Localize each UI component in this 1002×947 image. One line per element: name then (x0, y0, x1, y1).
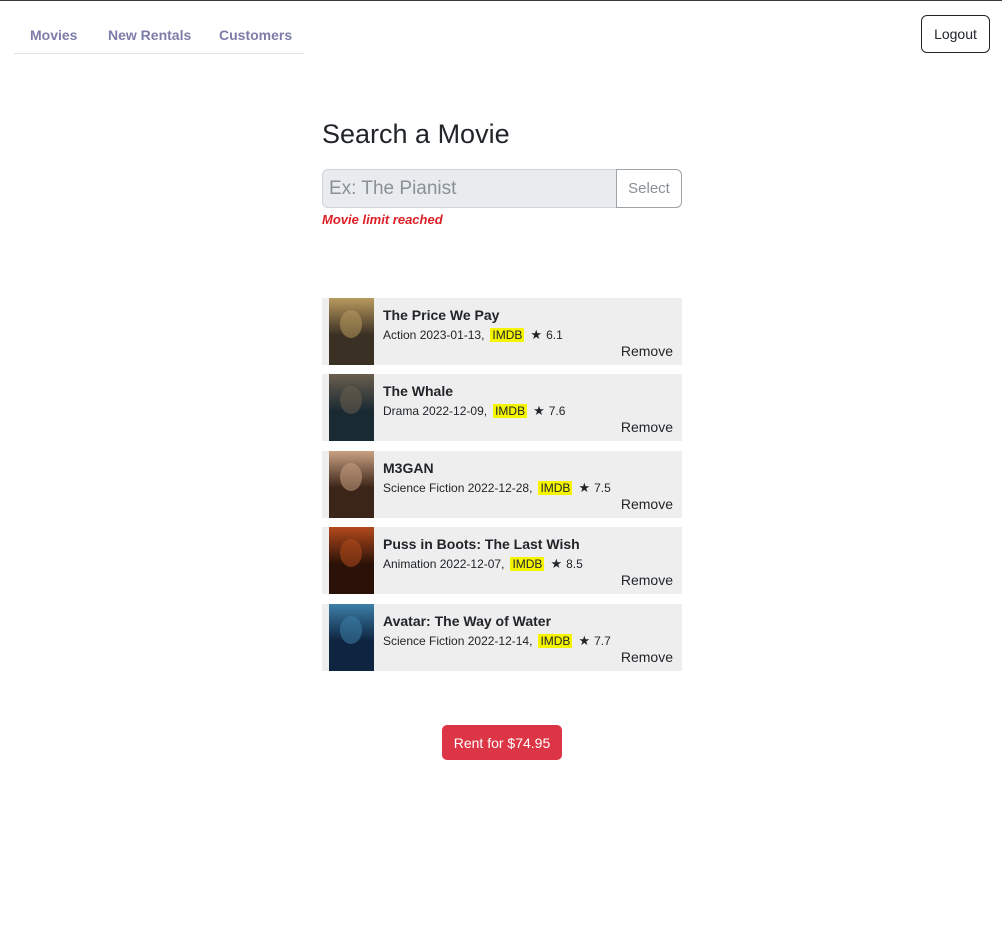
movie-date: 2022-12-07, (439, 557, 505, 571)
remove-button[interactable]: Remove (621, 419, 673, 435)
poster-art (329, 298, 374, 365)
imdb-badge: IMDB (538, 481, 573, 495)
remove-button[interactable]: Remove (621, 496, 673, 512)
poster-art (329, 604, 374, 671)
imdb-badge: IMDB (493, 404, 528, 418)
star-icon: ★ (533, 403, 545, 418)
imdb-badge: IMDB (538, 634, 573, 648)
movie-genre: Action (383, 328, 417, 342)
movie-rating: 8.5 (566, 557, 583, 571)
movie-meta: Action 2023-01-13, IMDB ★ 6.1 (383, 327, 563, 343)
movie-meta: Drama 2022-12-09, IMDB ★ 7.6 (383, 403, 565, 419)
movie-meta: Science Fiction 2022-12-28, IMDB ★ 7.5 (383, 480, 611, 496)
movie-date: 2022-12-09, (422, 404, 488, 418)
movie-title: The Whale (383, 383, 454, 399)
rent-button[interactable]: Rent for $74.95 (442, 725, 562, 760)
movie-meta: Animation 2022-12-07, IMDB ★ 8.5 (383, 556, 583, 572)
movie-poster (329, 374, 374, 441)
movie-limit-error: Movie limit reached (322, 212, 443, 227)
star-icon: ★ (578, 633, 591, 648)
remove-button[interactable]: Remove (621, 649, 673, 665)
movie-title: Avatar: The Way of Water (383, 613, 552, 629)
nav-customers-link[interactable]: Customers (219, 27, 292, 43)
top-nav: Movies New Rentals Customers (14, 1, 304, 54)
movie-genre: Science Fiction (383, 481, 465, 495)
movie-rating: 7.7 (594, 634, 611, 648)
movie-search-input[interactable] (322, 169, 616, 208)
star-icon: ★ (550, 556, 563, 571)
poster-art (329, 451, 374, 518)
search-group: Select (322, 169, 682, 208)
poster-art (329, 527, 374, 594)
movie-genre: Drama (383, 404, 420, 418)
movie-title: The Price We Pay (383, 307, 500, 323)
star-icon: ★ (530, 327, 543, 342)
remove-button[interactable]: Remove (621, 572, 673, 588)
movie-genre: Science Fiction (383, 634, 465, 648)
movie-item: The Whale Drama 2022-12-09, IMDB ★ 7.6 R… (322, 374, 682, 441)
page-title: Search a Movie (322, 119, 510, 149)
movie-item: M3GAN Science Fiction 2022-12-28, IMDB ★… (322, 451, 682, 518)
movie-genre: Animation (383, 557, 437, 571)
imdb-badge: IMDB (490, 328, 525, 342)
movie-poster (329, 527, 374, 594)
imdb-badge: IMDB (510, 557, 545, 571)
remove-button[interactable]: Remove (621, 343, 673, 359)
movie-rating: 7.5 (594, 481, 611, 495)
movie-title: Puss in Boots: The Last Wish (383, 536, 580, 552)
movie-item: Puss in Boots: The Last Wish Animation 2… (322, 527, 682, 594)
nav-new-rentals-link[interactable]: New Rentals (108, 27, 191, 43)
movie-poster (329, 298, 374, 365)
movie-poster (329, 451, 374, 518)
movie-rating: 6.1 (546, 328, 563, 342)
nav-movies-link[interactable]: Movies (30, 27, 77, 43)
movie-date: 2022-12-28, (467, 481, 533, 495)
movie-poster (329, 604, 374, 671)
movie-item: The Price We Pay Action 2023-01-13, IMDB… (322, 298, 682, 365)
movie-item: Avatar: The Way of Water Science Fiction… (322, 604, 682, 671)
movie-date: 2022-12-14, (467, 634, 533, 648)
movie-title: M3GAN (383, 460, 434, 476)
select-button[interactable]: Select (616, 169, 682, 208)
movie-meta: Science Fiction 2022-12-14, IMDB ★ 7.7 (383, 633, 611, 649)
movie-date: 2023-01-13, (419, 328, 485, 342)
logout-button[interactable]: Logout (921, 15, 990, 53)
star-icon: ★ (578, 480, 591, 495)
movie-rating: 7.6 (548, 404, 566, 418)
poster-art (329, 374, 374, 441)
